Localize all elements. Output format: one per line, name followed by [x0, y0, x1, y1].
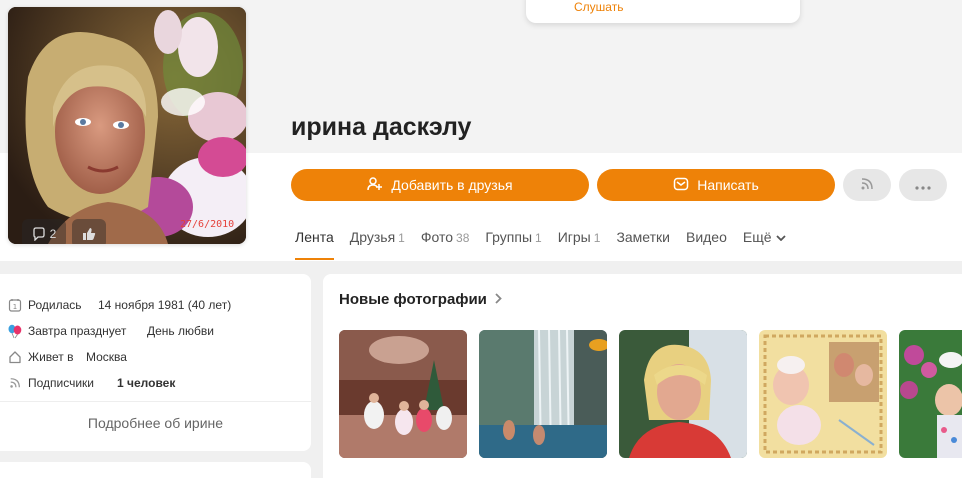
more-actions-button[interactable]: [899, 169, 947, 201]
tab-count: 1: [535, 231, 542, 245]
new-photos-card: Новые фотографии: [323, 274, 962, 478]
tab-notes[interactable]: Заметки: [616, 229, 670, 245]
tab-label: Заметки: [616, 229, 670, 245]
photo-thumbnail[interactable]: [759, 330, 887, 458]
about-card: 1 Родилась 14 ноября 1981 (40 лет) Завтр…: [0, 274, 311, 451]
tab-count: 1: [593, 231, 601, 245]
add-user-icon: [367, 176, 383, 195]
tab-count: 38: [456, 231, 470, 245]
tab-label: Группы: [485, 229, 533, 245]
avatar-like-button[interactable]: [72, 219, 106, 244]
comment-icon: [32, 226, 46, 241]
tab-video[interactable]: Видео: [686, 229, 727, 245]
tab-games[interactable]: Игры 1: [558, 229, 601, 245]
balloons-icon: [7, 323, 23, 339]
info-location-row: Живет в Москва: [7, 349, 127, 365]
music-dropdown: Слушать: [526, 0, 800, 23]
tab-label: Фото: [420, 229, 454, 245]
photo-image: [619, 330, 747, 458]
svg-text:1: 1: [13, 303, 17, 311]
info-holiday-row: Завтра празднует День любви: [7, 323, 214, 339]
info-subscribers-label: Подписчики: [28, 376, 95, 390]
tab-feed[interactable]: Лента: [295, 229, 334, 260]
write-message-button[interactable]: Написать: [597, 169, 835, 201]
profile-avatar[interactable]: 2 27/6/2010: [8, 7, 246, 244]
add-friend-button[interactable]: Добавить в друзья: [291, 169, 589, 201]
info-subscribers-row: Подписчики 1 человек: [7, 375, 175, 391]
tab-more[interactable]: Ещё: [743, 229, 786, 245]
photo-image: [479, 330, 607, 458]
rss-icon: [860, 177, 874, 194]
tab-count: 1: [398, 231, 405, 245]
new-photos-title[interactable]: Новые фотографии: [339, 291, 502, 308]
info-location-label: Живет в: [28, 350, 74, 364]
new-photos-title-text: Новые фотографии: [339, 291, 487, 308]
photo-thumbnail[interactable]: [479, 330, 607, 458]
avatar-photo: [8, 7, 246, 244]
info-birthday-row: 1 Родилась 14 ноября 1981 (40 лет): [7, 297, 231, 313]
avatar-comments[interactable]: 2: [22, 219, 66, 244]
info-birthday-value: 14 ноября 1981 (40 лет): [98, 298, 232, 312]
write-message-label: Написать: [697, 177, 759, 193]
home-icon: [7, 349, 23, 365]
avatar-date-stamp: 27/6/2010: [180, 219, 235, 230]
info-location-value[interactable]: Москва: [86, 350, 127, 364]
tab-label: Лента: [295, 229, 334, 245]
tab-groups[interactable]: Группы 1: [485, 229, 541, 245]
photo-image: [899, 330, 962, 458]
tab-photos[interactable]: Фото 38: [421, 229, 470, 245]
envelope-icon: [673, 176, 689, 195]
info-birthday-label: Родилась: [28, 298, 82, 312]
photo-image: [339, 330, 467, 458]
tab-label: Ещё: [742, 229, 772, 245]
divider: [0, 401, 311, 402]
next-card: [0, 462, 311, 478]
avatar-comments-count: 2: [49, 226, 57, 241]
calendar-icon: 1: [7, 297, 23, 313]
photo-thumbnail[interactable]: [339, 330, 467, 458]
profile-tabs: Лента Друзья 1 Фото 38 Группы 1 Игры 1 Замет…: [295, 229, 802, 260]
profile-name: ирина даскэлу: [291, 113, 472, 141]
chevron-right-icon: [491, 291, 502, 308]
thumbs-up-icon: [82, 227, 96, 241]
listen-link[interactable]: Слушать: [574, 0, 623, 14]
photo-thumbnail[interactable]: [899, 330, 962, 458]
tab-label: Видео: [685, 229, 727, 245]
chevron-down-icon: [775, 233, 786, 244]
tab-label: Друзья: [349, 229, 396, 245]
photo-thumbnail[interactable]: [619, 330, 747, 458]
info-subscribers-value[interactable]: 1 человек: [117, 376, 175, 390]
more-about-link[interactable]: Подробнее об ирине: [0, 415, 311, 431]
info-holiday-value[interactable]: День любви: [147, 324, 214, 338]
info-holiday-label: Завтра празднует: [28, 324, 127, 338]
ellipsis-icon: [915, 177, 931, 193]
tab-friends[interactable]: Друзья 1: [350, 229, 405, 245]
add-friend-label: Добавить в друзья: [391, 177, 513, 193]
tab-label: Игры: [557, 229, 591, 245]
rss-icon: [7, 375, 23, 391]
subscribe-button[interactable]: [843, 169, 891, 201]
photo-image: [759, 330, 887, 458]
